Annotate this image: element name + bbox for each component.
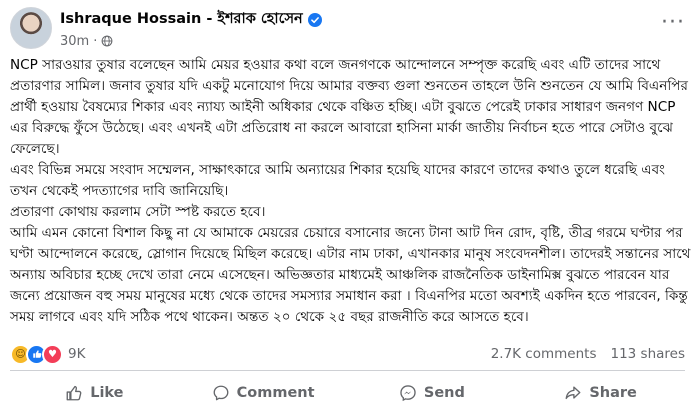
reaction-summary[interactable]: ☺ ♥ 9K bbox=[10, 343, 85, 365]
post-stats: ☺ ♥ 9K 2.7K comments 113 shares bbox=[10, 343, 685, 365]
post-paragraph: প্রতারণা কোথায় করলাম সেটা স্পষ্ট করতে হ… bbox=[10, 204, 266, 220]
love-icon: ♥ bbox=[42, 343, 63, 365]
send-button[interactable]: Send bbox=[348, 376, 517, 410]
avatar[interactable] bbox=[10, 7, 52, 49]
post-header: Ishraque Hossain - ইশরাক হোসেন 30m · bbox=[10, 6, 322, 50]
post-card: Ishraque Hossain - ইশরাক হোসেন 30m · ···… bbox=[0, 0, 699, 419]
thumbs-up-icon bbox=[66, 385, 82, 401]
post-paragraph: আমি এমন কোনো বিশাল কিছু না যে আমাকে মেয়… bbox=[10, 225, 695, 325]
post-subline: 30m · bbox=[60, 34, 322, 49]
divider bbox=[10, 370, 685, 371]
share-button[interactable]: Share bbox=[516, 376, 685, 410]
verified-badge-icon bbox=[307, 12, 322, 27]
like-button[interactable]: Like bbox=[10, 376, 179, 410]
separator-dot: · bbox=[93, 33, 98, 49]
comment-label: Comment bbox=[236, 385, 315, 401]
reaction-count[interactable]: 9K bbox=[68, 346, 85, 362]
share-count[interactable]: 113 shares bbox=[610, 346, 685, 362]
share-arrow-icon bbox=[565, 386, 581, 400]
engagement-counts: 2.7K comments 113 shares bbox=[491, 346, 685, 362]
comment-count[interactable]: 2.7K comments bbox=[491, 346, 597, 362]
post-body: NCP সারওয়ার তুষার বলেছেন আমি মেয়র হওয়… bbox=[10, 55, 692, 328]
author-row: Ishraque Hossain - ইশরাক হোসেন bbox=[60, 8, 322, 32]
comment-button[interactable]: Comment bbox=[179, 376, 348, 410]
post-meta: Ishraque Hossain - ইশরাক হোসেন 30m · bbox=[60, 8, 322, 49]
globe-icon[interactable] bbox=[101, 35, 113, 47]
messenger-icon bbox=[400, 385, 416, 402]
comment-bubble-icon bbox=[213, 385, 229, 401]
post-paragraph: এবং বিভিন্ন সময়ে সংবাদ সম্মেলন, সাক্ষাৎ… bbox=[10, 162, 670, 199]
author-name[interactable]: Ishraque Hossain - ইশরাক হোসেন bbox=[60, 8, 303, 32]
post-paragraph: NCP সারওয়ার তুষার বলেছেন আমি মেয়র হওয়… bbox=[10, 57, 693, 157]
send-label: Send bbox=[423, 385, 465, 401]
like-label: Like bbox=[90, 385, 124, 401]
share-label: Share bbox=[589, 385, 637, 401]
action-bar: Like Comment Send Share bbox=[10, 374, 685, 412]
post-time[interactable]: 30m bbox=[60, 34, 89, 49]
more-options-icon[interactable]: ··· bbox=[661, 12, 685, 34]
